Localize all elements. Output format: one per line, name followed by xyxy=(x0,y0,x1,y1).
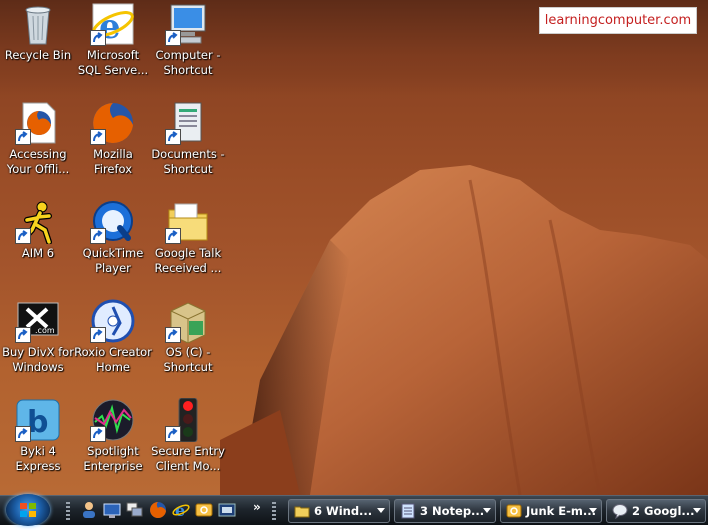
desktop-icon-aim-6[interactable]: AIM 6 xyxy=(2,198,74,294)
desktop-icon-recycle-bin[interactable]: Recycle Bin xyxy=(2,0,74,96)
desktop-icon-label: Roxio Creator Home xyxy=(74,345,152,374)
desktop-icon-roxio-creator-home[interactable]: Roxio Creator Home xyxy=(74,297,152,393)
google-talk-icon xyxy=(612,503,628,520)
taskbar-button[interactable]: 3 Notep... xyxy=(394,499,496,523)
dropdown-arrow-icon[interactable] xyxy=(589,508,597,513)
outlook-icon xyxy=(506,503,522,519)
desktop-icon-label: Computer - Shortcut xyxy=(155,48,221,77)
shortcut-arrow-icon xyxy=(165,30,181,46)
desktop-icon-label: Google Talk Received ... xyxy=(154,246,222,275)
shortcut-arrow-icon xyxy=(90,129,106,145)
start-button[interactable] xyxy=(6,494,50,526)
taskbar-button-label: 3 Notep... xyxy=(420,504,485,518)
svg-text:e: e xyxy=(175,501,185,519)
desktop-icon-label: Buy DivX for Windows xyxy=(2,345,74,374)
desktop-icon-label: Accessing Your Offli... xyxy=(6,147,70,176)
shortcut-arrow-icon xyxy=(165,228,181,244)
wallpaper-rock-formation xyxy=(220,165,708,495)
shortcut-arrow-icon xyxy=(15,426,31,442)
recycle-bin-icon xyxy=(15,2,61,46)
desktop-icon-label: Recycle Bin xyxy=(4,48,72,62)
svg-text:.com: .com xyxy=(35,326,55,335)
taskbar: e » 6 Wind... 3 Notep... Junk E-m... 2 Goog… xyxy=(0,494,708,526)
dropdown-arrow-icon[interactable] xyxy=(483,508,491,513)
dropdown-arrow-icon[interactable] xyxy=(377,508,385,513)
taskbar-button[interactable]: 2 Googl... xyxy=(606,499,706,523)
desktop-icon-label: Microsoft SQL Serve... xyxy=(77,48,149,77)
desktop-icon-buy-divx-for-windows[interactable]: .com Buy DivX for Windows xyxy=(2,297,74,393)
shortcut-arrow-icon xyxy=(165,327,181,343)
desktop[interactable]: learningcomputer.com Recycle Bin e Microso… xyxy=(0,0,708,495)
desktop-icon-microsoft-sql-server[interactable]: e Microsoft SQL Serve... xyxy=(77,0,149,96)
user-icon[interactable] xyxy=(80,501,98,519)
screen-icon[interactable] xyxy=(218,501,236,519)
shortcut-arrow-icon xyxy=(90,426,106,442)
internet-explorer-icon[interactable]: e xyxy=(172,501,190,519)
windows-logo-icon xyxy=(20,503,36,517)
dropdown-arrow-icon[interactable] xyxy=(693,508,701,513)
desktop-icon-mozilla-firefox[interactable]: Mozilla Firefox xyxy=(77,99,149,195)
shortcut-arrow-icon xyxy=(90,327,106,343)
shortcut-arrow-icon xyxy=(165,129,181,145)
mail-icon[interactable] xyxy=(195,501,213,519)
desktop-icon-secure-entry-client[interactable]: Secure Entry Client Mo... xyxy=(151,396,225,492)
taskbar-button[interactable]: Junk E-m... xyxy=(500,499,602,523)
desktop-icon-computer-shortcut[interactable]: Computer - Shortcut xyxy=(152,0,224,96)
desktop-icon-label: Documents - Shortcut xyxy=(151,147,225,176)
switch-windows-icon[interactable] xyxy=(126,501,144,519)
desktop-icon-accessing-your-offline[interactable]: Accessing Your Offli... xyxy=(2,99,74,195)
desktop-icon-label: QuickTime Player xyxy=(82,246,144,275)
desktop-icon-label: Mozilla Firefox xyxy=(93,147,133,176)
desktop-icon-label: Secure Entry Client Mo... xyxy=(151,444,225,473)
shortcut-arrow-icon xyxy=(15,129,31,145)
firefox-icon[interactable] xyxy=(149,501,167,519)
desktop-icon-label: AIM 6 xyxy=(21,246,55,260)
shortcut-arrow-icon xyxy=(15,228,31,244)
desktop-icon-spotlight-enterprise[interactable]: Spotlight Enterprise xyxy=(77,396,149,492)
shortcut-arrow-icon xyxy=(90,30,106,46)
desktop-icon-label: OS (C) - Shortcut xyxy=(163,345,213,374)
taskbar-button-label: Junk E-m... xyxy=(526,504,597,518)
folder-icon xyxy=(294,503,310,519)
desktop-icon-byki-4-express[interactable]: b Byki 4 Express xyxy=(2,396,74,492)
taskbar-button[interactable]: 6 Wind... xyxy=(288,499,390,523)
taskbar-button-label: 2 Googl... xyxy=(632,504,695,518)
desktop-icon-google-talk-received[interactable]: Google Talk Received ... xyxy=(152,198,224,294)
shortcut-arrow-icon xyxy=(165,426,181,442)
taskbar-button-label: 6 Wind... xyxy=(314,504,373,518)
watermark: learningcomputer.com xyxy=(539,7,697,34)
desktop-icon-documents-shortcut[interactable]: Documents - Shortcut xyxy=(151,99,225,195)
quick-launch-overflow[interactable]: » xyxy=(253,500,261,514)
desktop-icon-label: Spotlight Enterprise xyxy=(83,444,143,473)
show-desktop-icon[interactable] xyxy=(103,501,121,519)
notepad-icon xyxy=(400,503,416,519)
taskbar-grip[interactable] xyxy=(272,502,276,520)
shortcut-arrow-icon xyxy=(90,228,106,244)
shortcut-arrow-icon xyxy=(15,327,31,343)
desktop-icon-quicktime-player[interactable]: QuickTime Player xyxy=(77,198,149,294)
taskbar-grip[interactable] xyxy=(66,502,70,520)
desktop-icon-label: Byki 4 Express xyxy=(15,444,61,473)
desktop-icon-os-c-shortcut[interactable]: OS (C) - Shortcut xyxy=(152,297,224,393)
